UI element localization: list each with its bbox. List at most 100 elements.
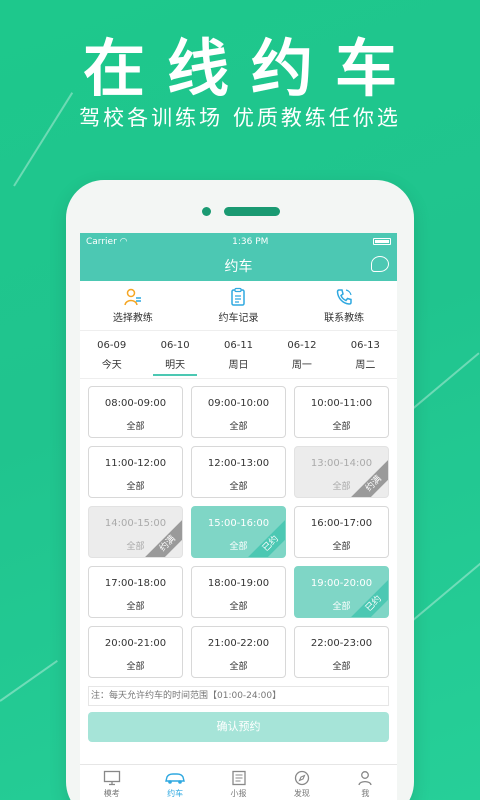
date-selector: 06-09 今天 06-10 明天 06-11 周日 06-12 周一 06-1…	[80, 331, 397, 379]
time-slot-grid: 08:00-09:00 全部 09:00-10:00 全部 10:00-11:00 全…	[80, 379, 397, 678]
slot-status: 全部	[126, 602, 145, 612]
contact-coach-label: 联系教练	[324, 313, 365, 324]
tab-label: 小报	[230, 789, 247, 798]
time-slot[interactable]: 10:00-11:00 全部	[294, 386, 389, 438]
date-day: 周一	[291, 360, 312, 371]
time-slot[interactable]: 08:00-09:00 全部	[88, 386, 183, 438]
slot-time: 20:00-21:00	[104, 638, 167, 649]
date-day: 周日	[228, 360, 249, 371]
slot-status: 全部	[332, 422, 351, 432]
tab-mock-exam[interactable]: 模考	[80, 765, 143, 800]
date-value: 06-09	[97, 340, 127, 351]
phone-camera-dot	[202, 207, 211, 216]
time-slot-full: 14:00-15:00 全部 约满	[88, 506, 183, 558]
monitor-icon	[80, 769, 143, 786]
date-day: 今天	[101, 360, 122, 371]
date-value: 06-13	[350, 340, 380, 351]
newspaper-icon	[207, 769, 270, 786]
date-day: 明天	[165, 360, 186, 371]
confirm-booking-button[interactable]: 确认预约	[88, 712, 389, 742]
slot-status: 全部	[332, 542, 351, 552]
select-coach-label: 选择教练	[112, 313, 153, 324]
time-slot[interactable]: 11:00-12:00 全部	[88, 446, 183, 498]
booking-time-note: 注：每天允许约车的时间范围【01:00-24:00】	[88, 686, 389, 706]
contact-coach-button[interactable]: 联系教练	[294, 287, 394, 324]
time-slot[interactable]: 17:00-18:00 全部	[88, 566, 183, 618]
time-slot[interactable]: 21:00-22:00 全部	[191, 626, 286, 678]
slot-time: 10:00-11:00	[310, 398, 373, 409]
nav-bar: 约车	[80, 250, 397, 281]
slot-status: 全部	[229, 602, 248, 612]
tab-label: 模考	[103, 789, 120, 798]
decor-streak	[409, 352, 480, 412]
decor-streak	[411, 562, 480, 622]
select-coach-button[interactable]: 选择教练	[83, 287, 183, 324]
slot-status: 全部	[229, 422, 248, 432]
user-icon	[334, 769, 397, 786]
tab-discover[interactable]: 发现	[270, 765, 333, 800]
date-day: 周二	[355, 360, 376, 371]
tab-label: 约车	[167, 789, 184, 798]
compass-icon	[270, 769, 333, 786]
wifi-icon: ◠	[119, 236, 128, 247]
time-slot[interactable]: 22:00-23:00 全部	[294, 626, 389, 678]
slot-time: 21:00-22:00	[207, 638, 270, 649]
phone-screen: Carrier ◠ 1:36 PM 约车 选择教练 约车记录 联系教练 06-0…	[80, 233, 397, 800]
message-icon[interactable]	[371, 256, 389, 272]
slot-status: 全部	[332, 662, 351, 672]
date-value: 06-10	[160, 340, 190, 351]
tab-label: 发现	[293, 789, 310, 798]
clipboard-icon	[188, 287, 288, 307]
time-slot[interactable]: 18:00-19:00 全部	[191, 566, 286, 618]
slot-time: 15:00-16:00	[207, 518, 270, 529]
slot-time: 11:00-12:00	[104, 458, 167, 469]
phone-icon	[294, 287, 394, 307]
page-title: 约车	[224, 258, 253, 275]
booking-records-label: 约车记录	[218, 313, 259, 324]
date-tab[interactable]: 06-11 周日	[207, 331, 270, 378]
bottom-tab-bar: 模考 约车 小报 发现 我	[80, 764, 397, 800]
promo-headline: 在线约车	[82, 32, 419, 105]
time-slot[interactable]: 12:00-13:00 全部	[191, 446, 286, 498]
slot-status: 全部	[126, 422, 145, 432]
date-value: 06-11	[223, 340, 254, 351]
car-icon	[143, 769, 206, 786]
time-slot[interactable]: 16:00-17:00 全部	[294, 506, 389, 558]
slot-status: 全部	[229, 482, 248, 492]
time-slot-booked[interactable]: 19:00-20:00 全部 已约	[294, 566, 389, 618]
slot-status: 全部	[126, 662, 145, 672]
date-value: 06-12	[287, 340, 317, 351]
slot-time: 17:00-18:00	[104, 578, 167, 589]
slot-time: 22:00-23:00	[310, 638, 373, 649]
tab-book-car[interactable]: 约车	[143, 765, 206, 800]
time-slot[interactable]: 20:00-21:00 全部	[88, 626, 183, 678]
slot-time: 09:00-10:00	[207, 398, 270, 409]
battery-icon	[373, 238, 391, 245]
time-slot-booked[interactable]: 15:00-16:00 全部 已约	[191, 506, 286, 558]
slot-status: 全部	[126, 482, 145, 492]
quick-actions: 选择教练 约车记录 联系教练	[80, 281, 397, 331]
date-tab-selected[interactable]: 06-10 明天	[143, 331, 206, 378]
slot-time: 12:00-13:00	[207, 458, 270, 469]
slot-status: 全部	[229, 662, 248, 672]
slot-time: 13:00-14:00	[310, 458, 373, 469]
tab-news[interactable]: 小报	[207, 765, 270, 800]
booking-records-button[interactable]: 约车记录	[188, 287, 288, 324]
time-slot[interactable]: 09:00-10:00 全部	[191, 386, 286, 438]
coach-icon	[83, 287, 183, 307]
tab-me[interactable]: 我	[334, 765, 397, 800]
date-tab[interactable]: 06-13 周二	[334, 331, 397, 378]
slot-time: 16:00-17:00	[310, 518, 373, 529]
slot-time: 18:00-19:00	[207, 578, 270, 589]
time-slot-full: 13:00-14:00 全部 约满	[294, 446, 389, 498]
decor-streak	[0, 660, 58, 702]
date-tab[interactable]: 06-09 今天	[80, 331, 143, 378]
phone-speaker	[224, 207, 280, 216]
slot-time: 08:00-09:00	[104, 398, 167, 409]
date-tab[interactable]: 06-12 周一	[270, 331, 333, 378]
slot-time: 19:00-20:00	[310, 578, 373, 589]
promo-subline: 驾校各训练场 优质教练任你选	[79, 106, 401, 130]
tab-label: 我	[361, 789, 370, 798]
status-time: 1:36 PM	[232, 236, 269, 247]
status-bar: Carrier ◠ 1:36 PM	[80, 233, 397, 250]
